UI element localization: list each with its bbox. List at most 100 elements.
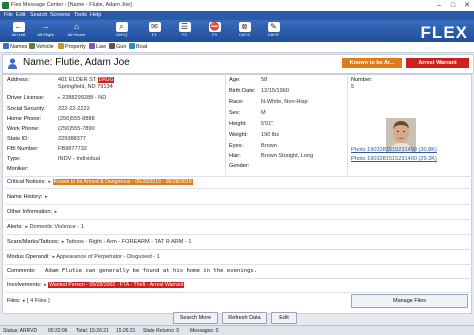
status-time2: 15:26:21 <box>116 328 136 334</box>
age-value: 58 <box>261 77 268 83</box>
menu-help[interactable]: Help <box>90 12 101 18</box>
ctrl-x-shortcut: Ctrl+X <box>238 32 251 37</box>
status-text: Status: ARRVD <box>3 328 38 334</box>
nav-names-label: Names <box>10 44 28 50</box>
name-history-row[interactable]: Name History: ▸ <box>7 194 467 200</box>
involvements-expand-icon[interactable]: ▸ <box>44 282 47 288</box>
photo-link-2[interactable]: Photo 1903281515231400 (29.3K) <box>351 156 437 162</box>
nav-vehicle-label: Vehicle <box>36 44 54 50</box>
nav-law[interactable]: Law <box>89 43 106 50</box>
close-button[interactable]: ✕ <box>460 0 474 11</box>
maximize-button[interactable]: □ <box>446 0 460 11</box>
page-title: Name: Flutie, Adam Joe <box>23 57 130 68</box>
list-icon: ☰ <box>178 22 191 32</box>
mo-expand-icon[interactable]: ▸ <box>52 254 55 260</box>
nav-boat[interactable]: Boat <box>129 43 147 50</box>
section-divider <box>5 188 473 189</box>
driver-license-expand-icon: ▸ <box>58 95 61 101</box>
column-divider <box>225 75 226 175</box>
alerts-expand-icon[interactable]: ▸ <box>25 224 28 230</box>
race-label: Race: <box>229 99 244 105</box>
record-type-nav: Names Vehicle Property Law Gun Boat <box>0 42 474 53</box>
property-icon <box>58 43 64 49</box>
driver-license-text: 2288299288 - ND <box>62 95 107 101</box>
number-value: 5 <box>351 84 355 90</box>
menu-file[interactable]: File <box>4 12 13 18</box>
weight-value: 190 lbs <box>261 132 280 138</box>
person-icon <box>8 58 17 69</box>
scars-marks-tattoos-row: Scars/Marks/Tattoos: ▸ Tattoos - Right -… <box>7 239 467 245</box>
ssn-value: 222-22-2222 <box>58 106 90 112</box>
home-shortcut: Alt+Home <box>67 32 86 37</box>
column-divider-right <box>347 75 348 175</box>
menu-tools[interactable]: Tools <box>74 12 87 18</box>
armed-warning-button[interactable]: Known to be Ar... <box>342 58 402 68</box>
forward-button[interactable]: → Alt+Right <box>33 22 58 40</box>
home-phone-value: (256)555-8888 <box>58 116 95 122</box>
search-more-button[interactable]: Search More <box>173 312 218 324</box>
f2-button[interactable]: ☰ F2 <box>172 22 197 40</box>
home-button[interactable]: ⌂ Alt+Home <box>64 22 89 40</box>
law-icon <box>89 43 95 49</box>
files-expand-icon[interactable]: ▸ <box>23 298 26 304</box>
nav-gun-label: Gun <box>116 44 127 50</box>
menu-bar: File Edit Search Screens Tools Help <box>0 11 474 20</box>
nav-property[interactable]: Property <box>58 43 86 50</box>
alerts-text: Domestic Violence - 1 <box>29 224 84 230</box>
gun-icon <box>109 43 115 49</box>
involvement-badge[interactable]: Wanted Person - 05/28/2002 - FTA - Theft… <box>48 282 185 288</box>
birth-date-label: Birth Date: <box>229 88 256 94</box>
other-information-row[interactable]: Other Information: ▸ <box>7 209 467 215</box>
nav-boat-label: Boat <box>136 44 148 50</box>
edit-button[interactable]: Edit <box>271 312 297 324</box>
section-divider <box>5 219 473 220</box>
car-icon <box>29 43 35 49</box>
eyes-value: Brown <box>261 143 277 149</box>
menu-edit[interactable]: Edit <box>16 12 25 18</box>
scars-expand-icon[interactable]: ▸ <box>62 239 65 245</box>
nav-gun[interactable]: Gun <box>109 43 126 50</box>
section-divider <box>5 176 473 177</box>
critical-expand-icon[interactable]: ▸ <box>48 179 51 185</box>
menu-screens[interactable]: Screens <box>50 12 70 18</box>
ctrl-e-shortcut: Ctrl+E <box>267 32 280 37</box>
section-divider <box>5 234 473 235</box>
ctrl-x-button[interactable]: ⊗ Ctrl+X <box>232 22 257 40</box>
f1-button[interactable]: ✉ F1 <box>142 22 167 40</box>
arrest-warrant-button[interactable]: Arrest Warrant <box>406 58 469 68</box>
ctrl-e-button[interactable]: ✎ Ctrl+E <box>261 22 286 40</box>
section-divider <box>5 278 473 279</box>
edit-icon: ✎ <box>267 22 280 32</box>
comments-label: Comments: <box>7 268 36 274</box>
type-value: INDV - Individual <box>58 156 100 162</box>
comments-row: Comments: Adam Flutie can generally be f… <box>7 268 467 274</box>
eyes-label: Eyes: <box>229 143 243 149</box>
search-button[interactable]: ⌕ Ctrl+Q <box>109 22 134 40</box>
fbi-number-label: FBI Number: <box>7 146 39 152</box>
forward-arrow-icon: → <box>41 22 50 31</box>
refresh-data-button[interactable]: Refresh Data <box>222 312 267 324</box>
flex-logo: FLEX <box>420 23 468 42</box>
address-line1: 401 ELDER ST DRUG <box>58 77 115 83</box>
nav-names[interactable]: Names <box>3 43 27 50</box>
alerts-label: Alerts: <box>7 224 23 230</box>
menu-search[interactable]: Search <box>30 12 47 18</box>
moniker-label: Moniker: <box>7 166 29 172</box>
nav-vehicle[interactable]: Vehicle <box>29 43 54 50</box>
critical-notice-badge[interactable]: Known to be Armed & Dangerous - 05/28/20… <box>52 179 193 185</box>
involvements-label: Involvements: <box>7 282 42 288</box>
manage-files-button[interactable]: Manage Files <box>351 294 468 308</box>
cancel-icon: ⊗ <box>238 22 251 32</box>
back-button[interactable]: ← Alt+Left <box>6 22 31 40</box>
photo-link-1[interactable]: Photo 1903281515231490 (30.8K) <box>351 147 437 153</box>
f3-shortcut: F3 <box>212 32 217 37</box>
window-title: Flex Message Center - [Name - Flutie, Ad… <box>11 2 132 8</box>
involvements-row: Involvements: ▸ Wanted Person - 05/28/20… <box>7 282 467 288</box>
f3-button[interactable]: ⛔ F3 <box>202 22 227 40</box>
state-returns: State Returns: 0 <box>143 328 180 334</box>
sex-value: M <box>261 110 266 116</box>
name-history-expand-icon[interactable]: ▸ <box>45 194 48 200</box>
minimize-button[interactable]: – <box>432 0 446 11</box>
other-info-expand-icon[interactable]: ▸ <box>55 209 58 215</box>
app-icon <box>2 2 9 9</box>
